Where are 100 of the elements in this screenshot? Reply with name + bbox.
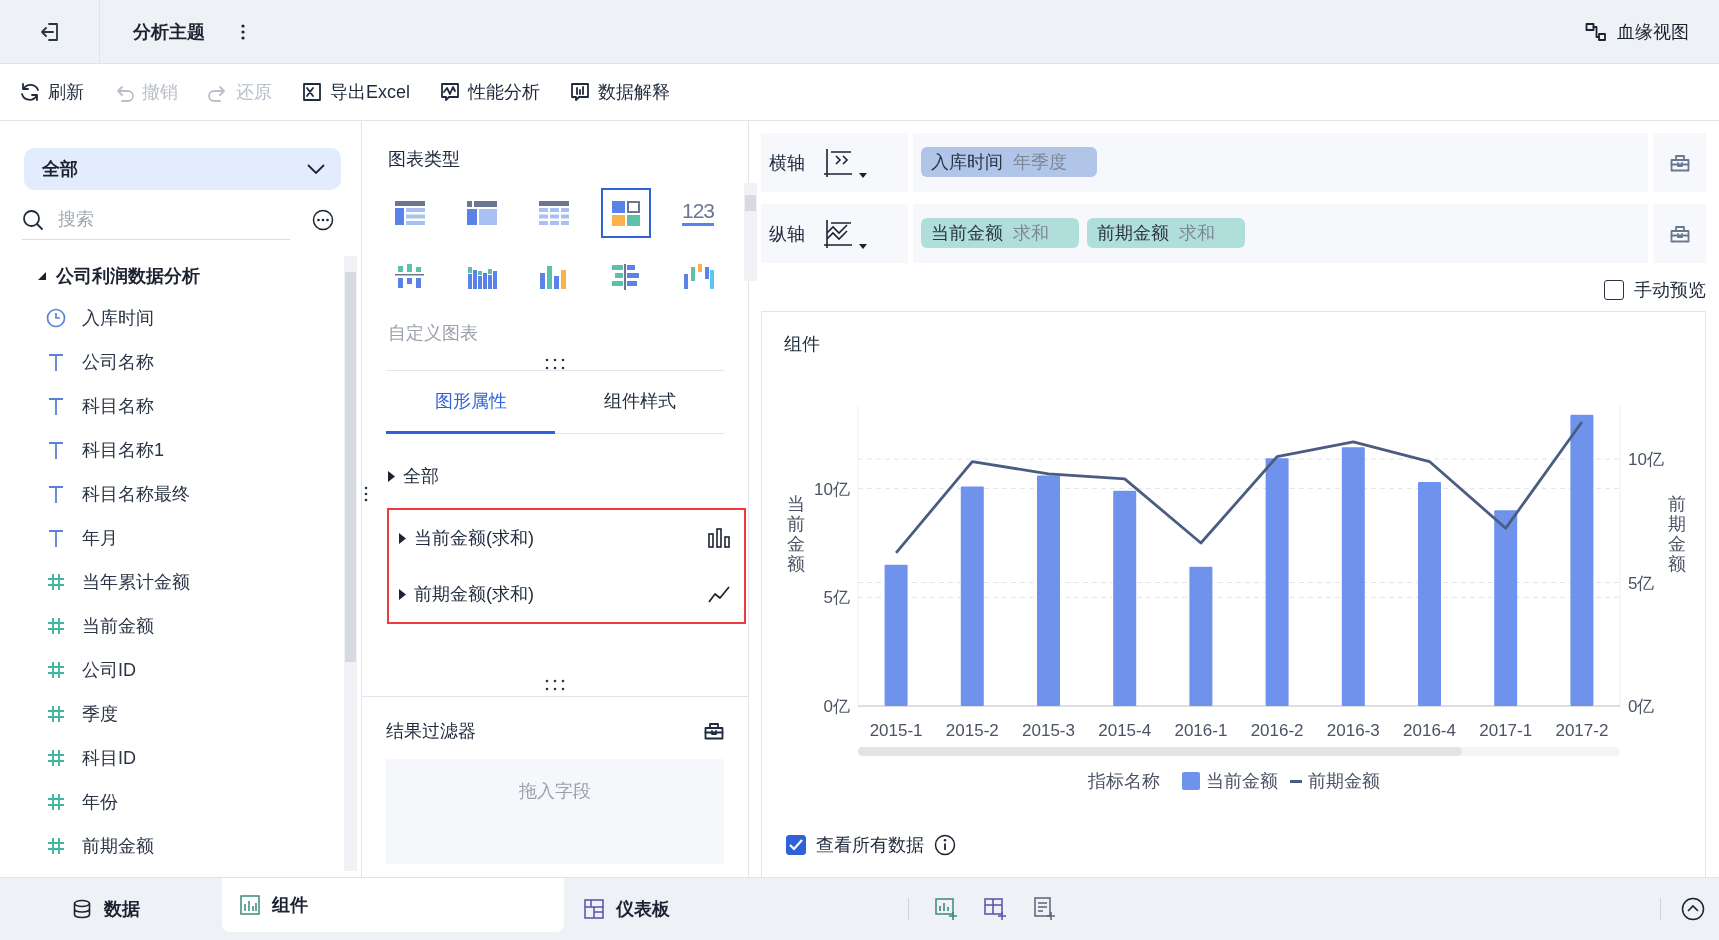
field-item[interactable]: 公司名称: [0, 340, 361, 384]
category-label: 2017-1: [1479, 721, 1533, 740]
lineage-button[interactable]: 血缘视图: [1583, 17, 1691, 46]
tab[interactable]: 仪表板: [566, 886, 688, 932]
property-group[interactable]: 当前金额(求和): [389, 510, 744, 566]
field-chip[interactable]: 前期金额 求和: [1087, 218, 1245, 248]
chevron-down-icon: [307, 164, 325, 174]
category-label: 2016-3: [1326, 721, 1380, 740]
field-item[interactable]: 入库时间: [0, 296, 361, 340]
field-chip[interactable]: 入库时间 年季度: [921, 147, 1097, 177]
triangle-right-icon: [388, 470, 395, 482]
triangle-right-icon: [399, 532, 406, 544]
info-icon: [934, 834, 956, 856]
field-item[interactable]: 科目名称1: [0, 428, 361, 472]
explain-icon: [570, 82, 590, 102]
excel-button[interactable]: 导出Excel: [300, 78, 412, 106]
add-chart-icon: [935, 897, 958, 921]
axis-title: 前期金额: [1668, 494, 1686, 574]
number-type-icon: [47, 793, 65, 811]
caret-down-icon: [859, 172, 867, 178]
text-type-icon: [48, 441, 64, 459]
field-item[interactable]: 年份: [0, 780, 361, 824]
refresh-button[interactable]: 刷新: [18, 78, 86, 106]
drag-handle-icon: [545, 679, 565, 691]
category-label: 2015-4: [1098, 721, 1152, 740]
tab[interactable]: 图形属性: [386, 371, 555, 434]
ellipsis-circle-icon: [312, 209, 334, 231]
collapse-button[interactable]: [1681, 897, 1705, 921]
toolbox-button[interactable]: [1669, 153, 1690, 172]
add-chart-button[interactable]: [935, 897, 958, 921]
category-label: 2015-1: [869, 721, 923, 740]
axis-label: 横轴: [769, 151, 805, 175]
tick-label: 5亿: [823, 588, 850, 608]
number-type-icon: [47, 705, 65, 723]
bar-chart-icon: [708, 528, 730, 548]
checkbox[interactable]: [1604, 280, 1624, 300]
tick-label: 10亿: [814, 479, 850, 499]
chart-type-button[interactable]: [601, 188, 651, 238]
scope-dropdown[interactable]: 全部: [24, 148, 341, 190]
performance-button[interactable]: 性能分析: [438, 78, 542, 106]
toolbox-icon: [704, 722, 724, 740]
tick-label: 0亿: [823, 697, 850, 716]
text-type-icon: [48, 397, 64, 415]
toolbox-button[interactable]: [1669, 224, 1690, 243]
kpi-number: 123: [681, 200, 714, 222]
add-dashboard-icon: [984, 897, 1007, 921]
drag-handle-icon: [545, 358, 565, 370]
number-type-icon: [47, 749, 65, 767]
refresh-icon: [20, 82, 40, 102]
number-type-icon: [47, 617, 65, 635]
category-label: 2015-2: [945, 721, 999, 740]
tick-label: 0亿: [1628, 697, 1655, 716]
tree-folder[interactable]: 公司利润数据分析: [0, 256, 206, 296]
add-report-button[interactable]: [1033, 897, 1056, 921]
section-label: 自定义图表: [388, 322, 479, 345]
legend-label: 前期金额: [1307, 770, 1380, 793]
drag-handle-icon: [364, 486, 368, 502]
add-dashboard-button[interactable]: [984, 897, 1007, 921]
tab[interactable]: 数据: [54, 886, 220, 932]
axis-type-button[interactable]: [823, 218, 867, 249]
field-item[interactable]: 当前金额: [0, 604, 361, 648]
clock-icon: [46, 308, 66, 328]
explain-button[interactable]: 数据解释: [568, 78, 672, 106]
more-icon: [241, 23, 245, 40]
x-axis-icon: [823, 147, 853, 178]
property-group[interactable]: 前期金额(求和): [389, 566, 744, 622]
tab[interactable]: 组件: [222, 878, 564, 932]
field-item[interactable]: 科目名称最终: [0, 472, 361, 516]
property-group[interactable]: 全部: [388, 448, 718, 504]
field-item[interactable]: 前期金额: [0, 824, 361, 868]
axis-label: 纵轴: [769, 222, 805, 246]
more-options-button[interactable]: [312, 209, 334, 231]
tick-label: 5亿: [1628, 573, 1655, 593]
category-label: 2017-2: [1555, 721, 1609, 740]
category-label: 2016-1: [1174, 721, 1228, 740]
field-item[interactable]: 年月: [0, 516, 361, 560]
chart-title: 组件: [784, 333, 821, 356]
legend-title: 指标名称: [1087, 770, 1160, 793]
field-chip[interactable]: 当前金额 求和: [921, 218, 1079, 248]
text-type-icon: [48, 529, 64, 547]
excel-icon: [302, 82, 322, 102]
toolbox-icon: [1669, 224, 1690, 243]
tab[interactable]: 组件样式: [555, 371, 724, 434]
search-field[interactable]: 搜索: [56, 208, 260, 231]
checkbox-label: 查看所有数据: [816, 834, 924, 857]
field-item[interactable]: 当年累计金额: [0, 560, 361, 604]
field-item[interactable]: 公司ID: [0, 648, 361, 692]
chart-type-button[interactable]: 123: [673, 188, 723, 238]
legend-label: 当前金额: [1205, 770, 1278, 793]
performance-icon: [440, 82, 460, 102]
field-item[interactable]: 科目ID: [0, 736, 361, 780]
field-item[interactable]: 科目名称: [0, 384, 361, 428]
checkbox[interactable]: [786, 835, 806, 855]
y-axis-icon: [823, 218, 853, 249]
field-item[interactable]: 季度: [0, 692, 361, 736]
number-type-icon: [47, 837, 65, 855]
chart-icon: [240, 895, 260, 915]
text-type-icon: [48, 485, 64, 503]
axis-type-button[interactable]: [823, 147, 867, 178]
search-icon: [22, 208, 44, 231]
